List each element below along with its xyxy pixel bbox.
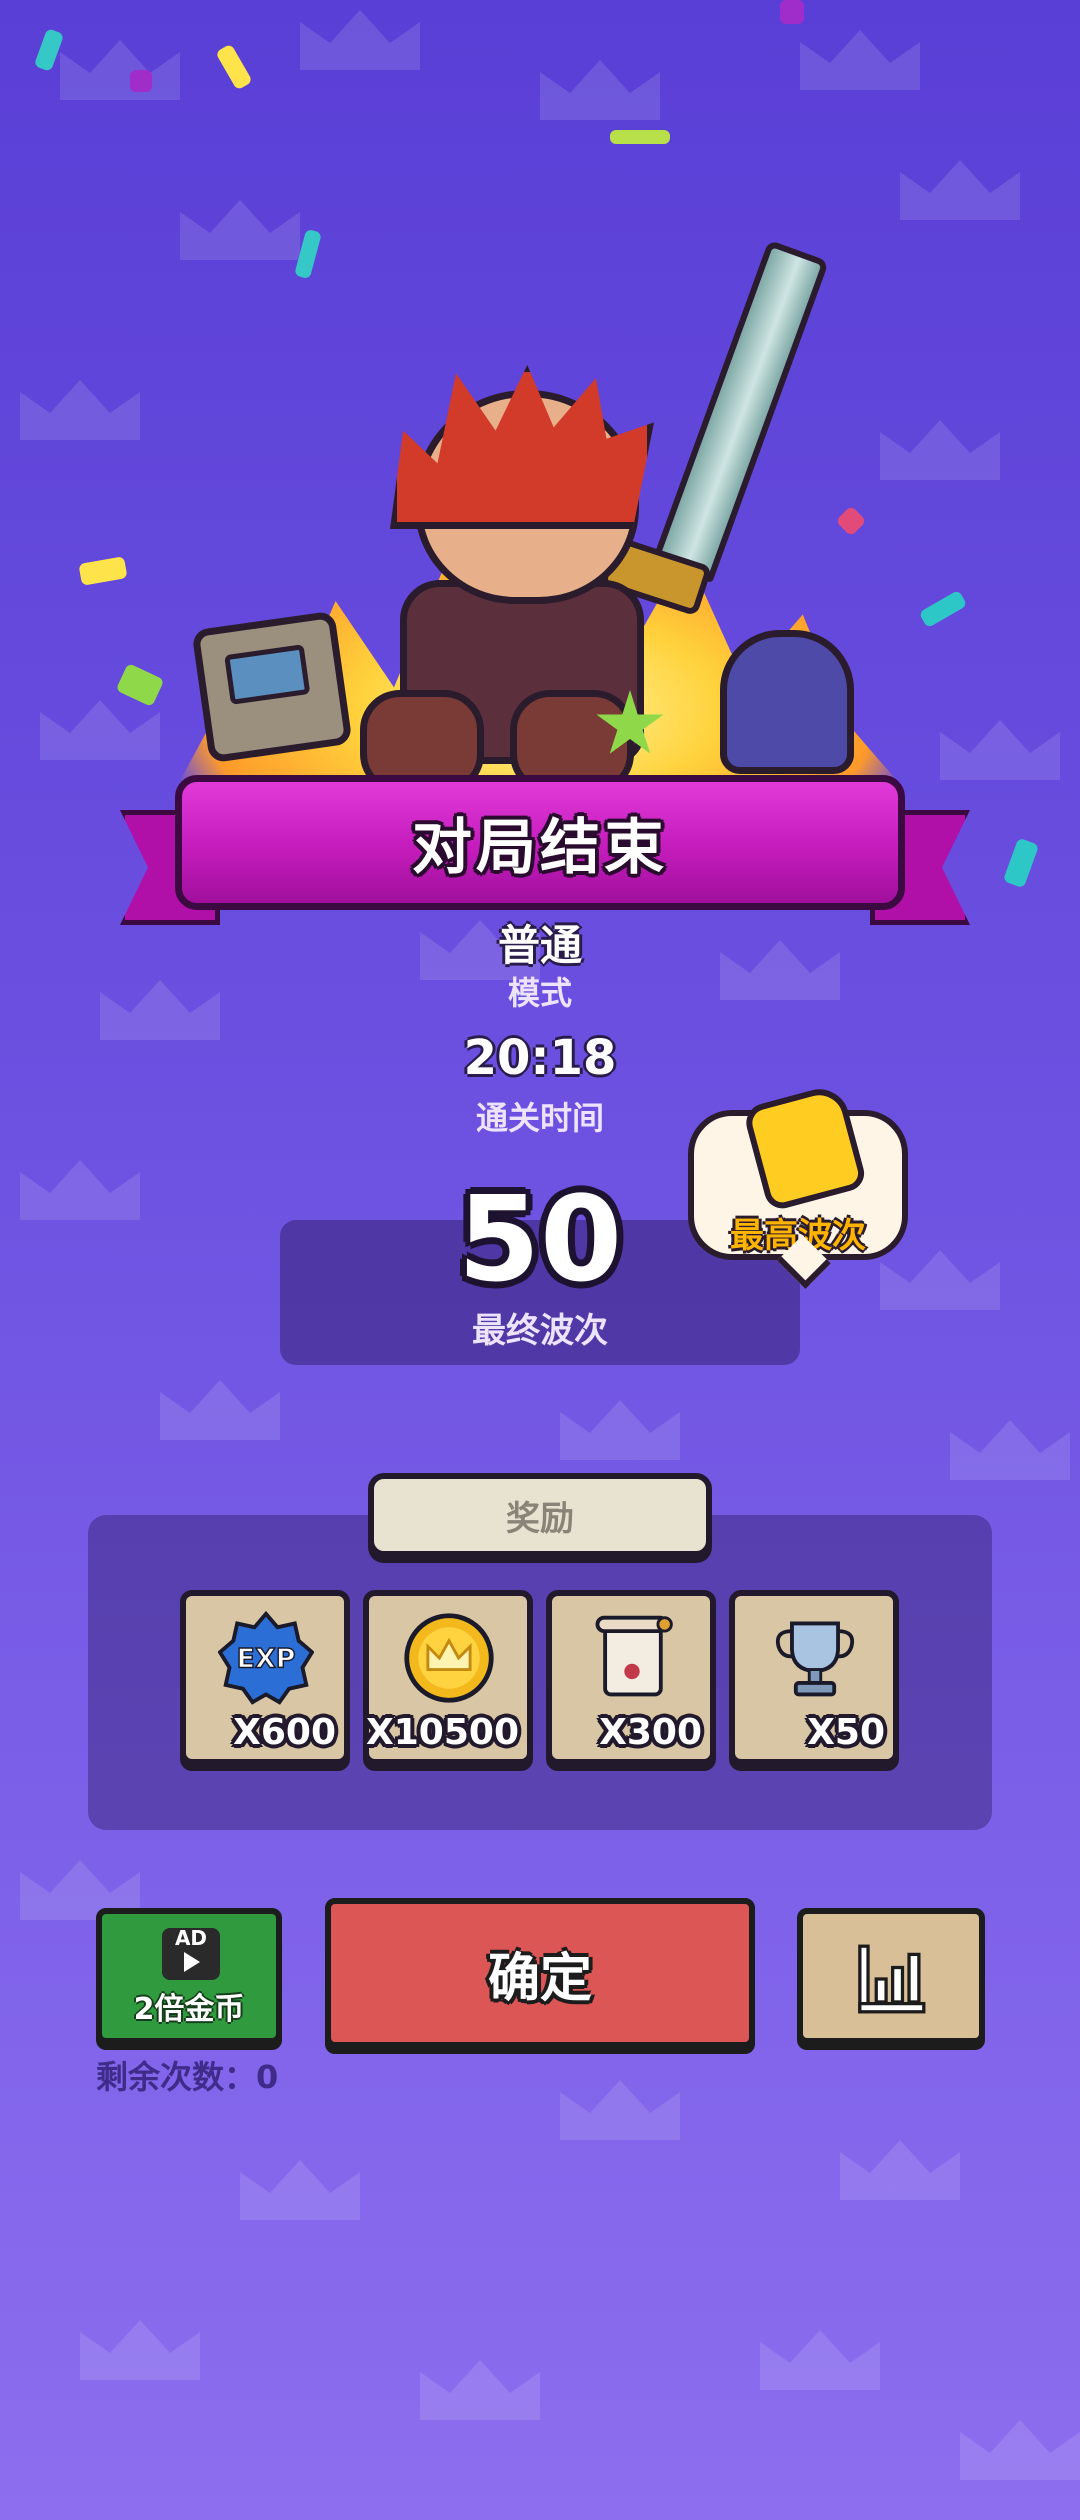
scroll-icon — [595, 1615, 673, 1697]
ad-video-icon: AD — [162, 1926, 220, 1980]
stats-button[interactable] — [797, 1908, 985, 2044]
reward-item-scroll[interactable]: X300 — [546, 1590, 716, 1765]
best-wave-label: 最高波次 — [730, 1216, 866, 1256]
ghost-character — [720, 630, 854, 774]
best-wave-badge: 最高波次 — [688, 1082, 908, 1260]
svg-text:EXP: EXP — [237, 1644, 296, 1675]
confirm-button[interactable]: 确定 — [325, 1898, 755, 2048]
confirm-button-label: 确定 — [487, 1948, 592, 2009]
sword-icon — [651, 239, 830, 583]
reward-item-gold[interactable]: X10500 — [363, 1590, 533, 1765]
mode-label: 模式 — [507, 974, 572, 1012]
result-banner: 对局结束 — [175, 775, 905, 910]
reward-amount: X10500 — [366, 1712, 519, 1753]
hero-illustration — [0, 190, 1080, 794]
clear-time-label: 通关时间 — [475, 1099, 604, 1137]
remaining-count-text: 剩余次数：0 — [96, 2058, 279, 2096]
ad-button-label: 2倍金币 — [133, 1992, 245, 2027]
bar-chart-icon — [858, 1944, 926, 2014]
double-gold-ad-button[interactable]: AD 2倍金币 — [96, 1908, 282, 2044]
banner-title: 对局结束 — [412, 813, 668, 883]
mode-value: 普通 — [497, 921, 582, 970]
reward-amount: X300 — [599, 1712, 702, 1753]
reward-amount: X50 — [807, 1712, 885, 1753]
final-wave-value: 50 — [457, 1170, 623, 1308]
reward-amount: X600 — [233, 1712, 336, 1753]
rewards-tab-label: 奖励 — [506, 1498, 574, 1539]
rewards-tab: 奖励 — [368, 1473, 712, 1557]
exp-icon: EXP — [218, 1610, 314, 1705]
final-wave-label: 最终波次 — [472, 1311, 608, 1351]
robot-character — [191, 610, 353, 764]
trophy-icon — [775, 1621, 855, 1697]
reward-item-trophy[interactable]: X50 — [729, 1590, 899, 1765]
gold-coin-icon — [404, 1613, 494, 1703]
reward-item-exp[interactable]: EXP X600 — [180, 1590, 350, 1765]
clear-time-value: 20:18 — [463, 1030, 617, 1086]
